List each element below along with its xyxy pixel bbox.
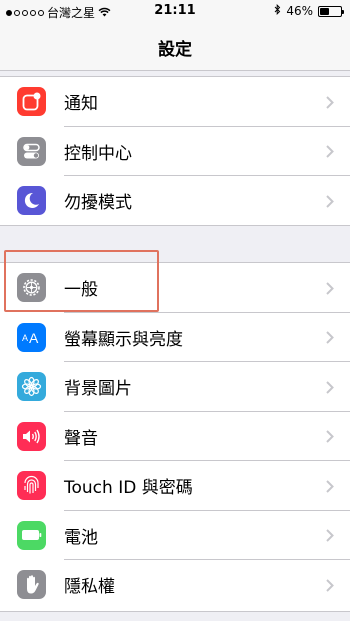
- settings-row-sounds[interactable]: 聲音: [0, 412, 350, 461]
- control-center-icon: [17, 136, 46, 166]
- settings-row-label: 螢幕顯示與亮度: [64, 329, 183, 350]
- display-brightness-icon: A A: [17, 322, 46, 352]
- settings-row-touch-id-passcode[interactable]: Touch ID 與密碼: [0, 461, 350, 511]
- page-title: 設定: [158, 40, 192, 60]
- settings-row-label: 勿擾模式: [64, 193, 132, 214]
- status-bar-right: 46%: [274, 3, 344, 18]
- settings-row-label: 通知: [64, 94, 98, 115]
- svg-text:A: A: [22, 333, 28, 343]
- bluetooth-icon: [274, 3, 281, 18]
- settings-row-privacy[interactable]: 隱私權: [0, 560, 350, 610]
- battery-icon: [17, 520, 46, 550]
- chevron-right-icon: [326, 139, 334, 163]
- status-bar: 台灣之星 21:11 46%: [0, 0, 350, 22]
- settings-row-label: 背景圖片: [64, 379, 132, 400]
- notifications-icon: [17, 87, 46, 117]
- settings-row-label: 電池: [64, 527, 98, 548]
- chevron-right-icon: [326, 189, 334, 213]
- navigation-bar: 設定: [0, 22, 350, 71]
- settings-row-battery[interactable]: 電池: [0, 511, 350, 560]
- settings-row-label: 隱私權: [64, 577, 115, 598]
- chevron-right-icon: [326, 375, 334, 399]
- settings-row-label: Touch ID 與密碼: [64, 478, 193, 499]
- chevron-right-icon: [326, 90, 334, 114]
- moon-icon: [17, 186, 46, 216]
- settings-row-do-not-disturb[interactable]: 勿擾模式: [0, 176, 350, 226]
- settings-row-label: 控制中心: [64, 143, 132, 164]
- chevron-right-icon: [326, 424, 334, 448]
- gear-icon: [17, 273, 46, 303]
- sound-icon: [17, 421, 46, 451]
- fingerprint-icon: [17, 471, 46, 501]
- settings-row-general[interactable]: 一般: [0, 263, 350, 313]
- settings-group-1: 通知 控制中心 勿擾模式: [0, 76, 350, 226]
- chevron-right-icon: [326, 523, 334, 547]
- settings-row-display-brightness[interactable]: A A 螢幕顯示與亮度: [0, 313, 350, 362]
- settings-row-wallpaper[interactable]: 背景圖片: [0, 362, 350, 412]
- settings-row-notifications[interactable]: 通知: [0, 77, 350, 127]
- wallpaper-icon: [17, 372, 46, 402]
- chevron-right-icon: [326, 573, 334, 597]
- chevron-right-icon: [326, 474, 334, 498]
- settings-row-label: 一般: [64, 280, 98, 301]
- settings-row-label: 聲音: [64, 428, 98, 449]
- settings-row-control-center[interactable]: 控制中心: [0, 127, 350, 176]
- battery-status-icon: [318, 5, 344, 17]
- hand-icon: [17, 570, 46, 600]
- chevron-right-icon: [326, 325, 334, 349]
- battery-percentage: 46%: [286, 4, 313, 18]
- chevron-right-icon: [326, 276, 334, 300]
- settings-group-2: 一般 A A 螢幕顯示與亮度 背景圖片 聲音 Touch ID 與密碼 電池 隱…: [0, 262, 350, 612]
- svg-text:A: A: [29, 330, 39, 345]
